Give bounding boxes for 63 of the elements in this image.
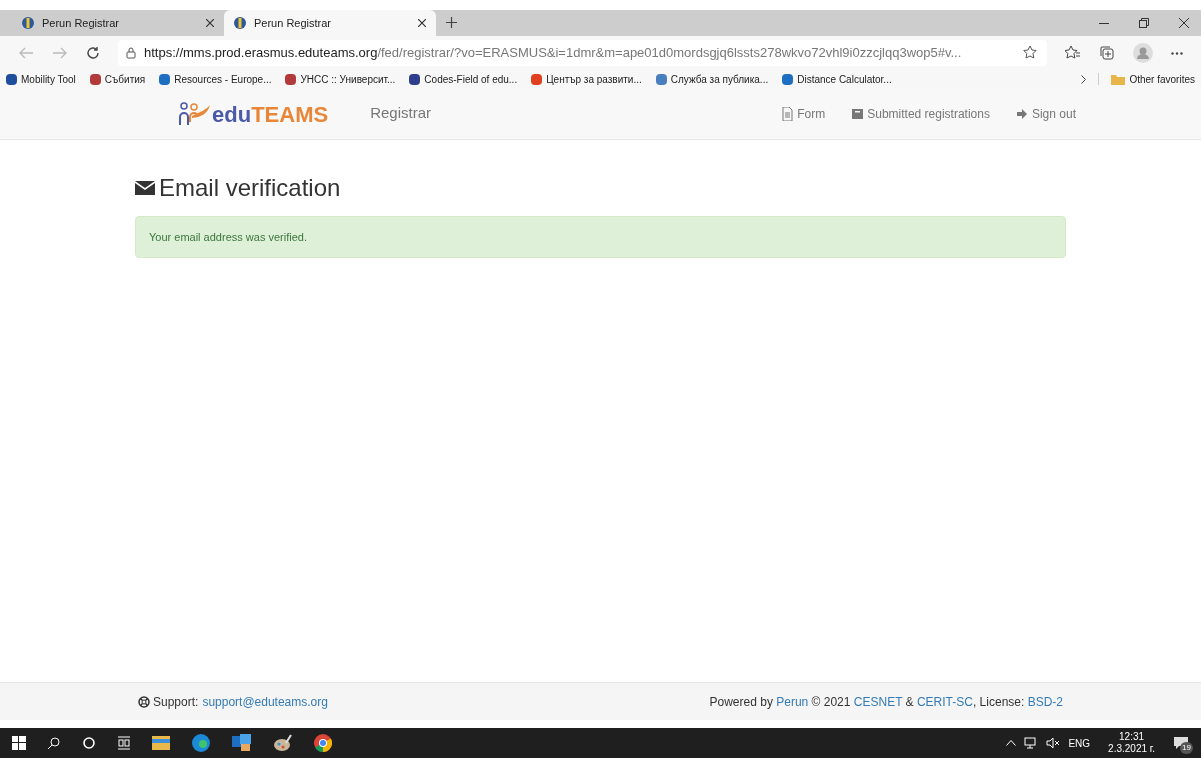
- document-icon: [782, 106, 794, 121]
- nav-link[interactable]: Submitted registrations: [852, 104, 990, 123]
- bookmark-link[interactable]: Служба за публика...: [670, 71, 769, 87]
- search-icon[interactable]: [47, 736, 61, 750]
- nav-link[interactable]: Form: [782, 104, 826, 123]
- mail-app-icon[interactable]: [232, 734, 252, 752]
- clock[interactable]: 12:31 2.3.2021 г.: [1108, 730, 1155, 756]
- edge-browser-icon[interactable]: [191, 733, 211, 753]
- bookmark-link[interactable]: Mobility Tool: [21, 71, 76, 87]
- envelope-icon: [135, 181, 155, 195]
- lifebuoy-icon: [138, 695, 150, 708]
- lock-icon: [126, 47, 136, 59]
- cortana-icon[interactable]: [82, 736, 96, 750]
- page-heading: Email verification: [159, 173, 341, 203]
- paint-palette-icon[interactable]: [273, 734, 293, 752]
- perun-favicon-icon: [234, 17, 246, 29]
- collections-icon[interactable]: [1099, 45, 1115, 61]
- address-bar[interactable]: https://mms.prod.erasmus.eduteams.org/fed/registrar/?vo=ERASMUS&i=1dmr&m=ape01d0mordsgjq6lssts278wkvo72vhl9i0zzcjlqq3wop5#v...: [118, 40, 1047, 66]
- bookmark-link[interactable]: Distance Calculator...: [797, 71, 892, 87]
- footer-link[interactable]: BSD-2: [1027, 694, 1063, 709]
- logo[interactable]: eduTEAMS: [178, 101, 329, 126]
- chevron-icon[interactable]: [1081, 74, 1087, 84]
- bookmark-link[interactable]: Resources - Europe...: [174, 71, 272, 87]
- footer-link[interactable]: Perun: [776, 694, 809, 709]
- perun-favicon-icon: [22, 17, 34, 29]
- sign-out-icon: [1016, 106, 1028, 121]
- restore-icon[interactable]: [1139, 18, 1149, 28]
- nav-link[interactable]: Sign out: [1016, 104, 1076, 123]
- network-icon[interactable]: [1024, 737, 1039, 749]
- people-logo-icon: [178, 101, 210, 126]
- chevron-up-icon[interactable]: [1006, 740, 1017, 746]
- footer-link[interactable]: CESNET: [853, 694, 903, 709]
- bookmark-link[interactable]: Център за развити...: [546, 71, 642, 87]
- close-icon[interactable]: [1179, 18, 1189, 28]
- add-favorite-icon[interactable]: [1023, 45, 1039, 61]
- success-alert: Your email address was verified.: [135, 216, 1066, 258]
- language-indicator[interactable]: ENG: [1068, 735, 1091, 751]
- windows-start-icon[interactable]: [12, 736, 26, 750]
- folder-icon: [1111, 73, 1126, 85]
- url-text: https://mms.prod.erasmus.eduteams.org/fed/registrar/?vo=ERASMUS&i=1dmr&m=ape01d0mordsgjq6lssts278wkvo72vhl9i0zzcjlqq3wop5#v...: [144, 44, 962, 63]
- more-icon[interactable]: [1171, 51, 1183, 55]
- close-icon[interactable]: [206, 19, 214, 27]
- chrome-icon[interactable]: [314, 734, 332, 752]
- notification-count: 19: [1180, 742, 1193, 754]
- new-tab-icon[interactable]: [446, 17, 457, 28]
- support-email-link[interactable]: support@eduteams.org: [202, 692, 328, 711]
- favorites-icon[interactable]: [1065, 45, 1081, 61]
- reload-icon[interactable]: [86, 46, 100, 60]
- brand-link[interactable]: Registrar: [370, 102, 431, 125]
- profile-avatar-icon[interactable]: [1133, 43, 1153, 63]
- archive-icon: [852, 106, 864, 121]
- bookmark-link[interactable]: Other favorites: [1129, 71, 1195, 87]
- bookmark-link[interactable]: Събития: [104, 71, 146, 87]
- close-icon[interactable]: [418, 19, 426, 27]
- support-label: Support:: [153, 693, 199, 711]
- task-view-icon[interactable]: [117, 736, 131, 750]
- powered-by-text: Powered by Perun © 2021 CESNET & CERIT-SC, License: BSD-2: [709, 693, 1063, 711]
- bookmark-link[interactable]: Codes-Field of edu...: [424, 71, 518, 87]
- browser-tab[interactable]: Perun Registrar: [224, 10, 436, 36]
- muted-speaker-icon[interactable]: [1046, 737, 1061, 749]
- minimize-icon[interactable]: [1099, 22, 1109, 24]
- bookmark-link[interactable]: УНСС :: Университ...: [300, 71, 396, 87]
- footer-link[interactable]: CERIT-SC: [916, 694, 973, 709]
